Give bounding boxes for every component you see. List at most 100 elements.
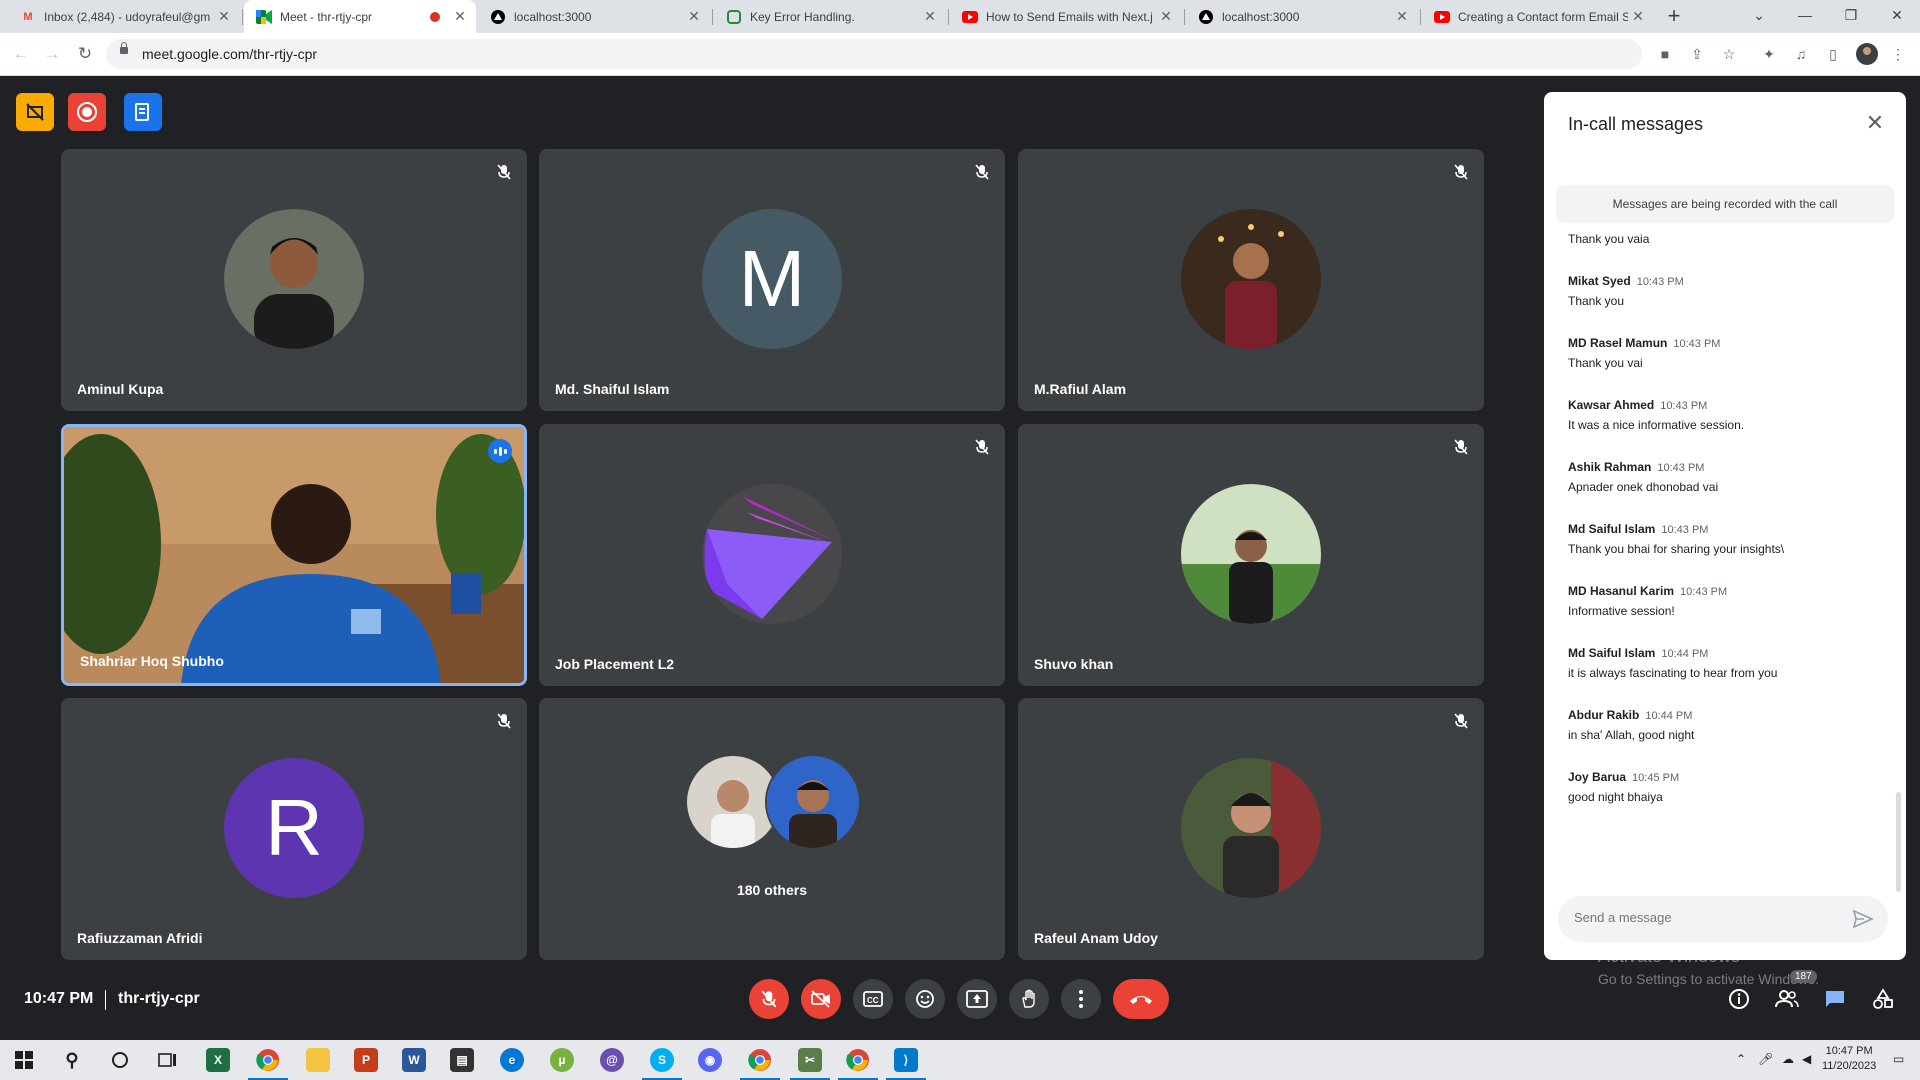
meeting-details-button[interactable] <box>1724 984 1754 1014</box>
reactions-button[interactable] <box>905 979 945 1019</box>
tab-search-icon[interactable]: ⌄ <box>1736 0 1782 33</box>
mic-off-icon <box>973 438 991 456</box>
back-button[interactable]: ← <box>9 42 33 66</box>
recording-button[interactable] <box>68 93 106 131</box>
others-tile[interactable]: 180 others <box>539 698 1005 960</box>
store-icon[interactable]: ▤ <box>450 1048 474 1072</box>
tab-close-icon[interactable]: ✕ <box>214 8 234 25</box>
participant-tile[interactable]: Aminul Kupa <box>61 149 527 411</box>
participant-tile[interactable]: M.Rafiul Alam <box>1018 149 1484 411</box>
notes-button[interactable] <box>124 93 162 131</box>
raise-hand-button[interactable] <box>1009 979 1049 1019</box>
bookmark-star-icon[interactable]: ☆ <box>1719 44 1739 64</box>
network-icon[interactable]: ☁︎ <box>1782 1052 1794 1066</box>
tab-meet[interactable]: Meet - thr-rtjy-cpr ✕ <box>244 0 476 33</box>
tab-close-icon[interactable]: ✕ <box>1628 8 1648 25</box>
chat-message: Md Saiful Islam 10:43 PM Thank you bhai fo… <box>1568 522 1888 556</box>
profile-avatar[interactable] <box>1856 43 1878 65</box>
address-bar[interactable]: meet.google.com/thr-rtjy-cpr <box>106 39 1642 69</box>
system-clock[interactable]: 10:47 PM 11/20/2023 <box>1822 1044 1876 1074</box>
edge-icon[interactable]: e <box>500 1048 524 1072</box>
chrome-profile-2-icon[interactable] <box>740 1048 780 1080</box>
utorrent-icon[interactable]: µ <box>550 1048 574 1072</box>
restore-button[interactable]: ❐ <box>1828 0 1874 33</box>
notes-icon <box>135 103 149 121</box>
chat-sender: Md Saiful Islam <box>1568 522 1656 536</box>
share-icon[interactable]: ⇪ <box>1687 44 1707 64</box>
camera-toggle-button[interactable] <box>801 979 841 1019</box>
tab-close-icon[interactable]: ✕ <box>1392 8 1412 25</box>
chat-scrollbar[interactable] <box>1896 792 1901 892</box>
media-control-icon[interactable]: ♫ <box>1791 44 1811 64</box>
participant-tile[interactable]: R Rafiuzzaman Afridi <box>61 698 527 960</box>
chat-button[interactable] <box>1820 984 1850 1014</box>
lock-icon[interactable] <box>120 42 128 54</box>
discord-icon[interactable]: ◉ <box>698 1048 722 1072</box>
hide-tiles-button[interactable] <box>16 93 54 131</box>
tab-localhost-1[interactable]: localhost:3000 ✕ <box>478 0 710 33</box>
message-input[interactable] <box>1572 909 1846 926</box>
chrome-menu-icon[interactable]: ⋮ <box>1888 44 1908 64</box>
minimize-button[interactable]: — <box>1782 0 1828 33</box>
leave-call-button[interactable] <box>1113 979 1169 1019</box>
participant-tile[interactable]: Job Placement L2 <box>539 424 1005 686</box>
captions-button[interactable]: CC <box>853 979 893 1019</box>
chat-sender: Abdur Rakib <box>1568 708 1640 722</box>
participant-tile[interactable]: M Md. Shaiful Islam <box>539 149 1005 411</box>
people-button[interactable] <box>1772 984 1802 1014</box>
tor-browser-icon[interactable]: @ <box>600 1048 624 1072</box>
tray-overflow-icon[interactable]: ⌃ <box>1736 1052 1746 1066</box>
mic-off-icon <box>1452 438 1470 456</box>
new-tab-button[interactable]: + <box>1662 4 1686 28</box>
close-window-button[interactable]: ✕ <box>1874 0 1920 33</box>
chrome-profile-3-icon[interactable] <box>838 1048 878 1080</box>
activities-button[interactable] <box>1868 984 1898 1014</box>
extensions-icon[interactable]: ✦ <box>1759 44 1779 64</box>
forward-button[interactable]: → <box>40 42 64 66</box>
cortana-icon[interactable] <box>108 1048 132 1072</box>
system-date: 11/20/2023 <box>1822 1060 1877 1072</box>
microphone-tray-icon[interactable]: 🎤︎ <box>1758 1052 1773 1066</box>
search-icon[interactable]: ⚲ <box>60 1048 84 1072</box>
tab-close-icon[interactable]: ✕ <box>920 8 940 25</box>
participant-tile[interactable]: Rafeul Anam Udoy <box>1018 698 1484 960</box>
tab-close-icon[interactable]: ✕ <box>450 8 470 25</box>
divider <box>105 990 106 1010</box>
close-icon[interactable]: ✕ <box>1862 110 1888 136</box>
vscode-icon[interactable]: ⟩ <box>886 1048 926 1080</box>
tab-close-icon[interactable]: ✕ <box>684 8 704 25</box>
tab-gmail[interactable]: M Inbox (2,484) - udoyrafeul@gm ✕ <box>8 0 240 33</box>
present-button[interactable] <box>957 979 997 1019</box>
participant-tile[interactable]: Shuvo khan <box>1018 424 1484 686</box>
participant-name: Aminul Kupa <box>77 381 164 397</box>
tab-close-icon[interactable]: ✕ <box>1156 8 1176 25</box>
vercel-icon <box>1198 9 1214 25</box>
task-view-icon[interactable] <box>156 1048 180 1072</box>
tab-localhost-2[interactable]: localhost:3000 ✕ <box>1186 0 1418 33</box>
word-icon[interactable]: W <box>402 1048 426 1072</box>
mic-toggle-button[interactable] <box>749 979 789 1019</box>
camera-in-use-icon[interactable]: ■ <box>1655 44 1675 64</box>
skype-icon[interactable]: S <box>642 1048 682 1080</box>
excel-icon[interactable]: X <box>206 1048 230 1072</box>
tab-title: Inbox (2,484) - udoyrafeul@gm <box>44 9 211 24</box>
reload-button[interactable]: ↻ <box>73 42 97 66</box>
tab-youtube-1[interactable]: How to Send Emails with Next.j ✕ <box>950 0 1182 33</box>
windows-start-icon[interactable] <box>12 1048 36 1072</box>
volume-icon[interactable]: ◀ <box>1802 1052 1811 1066</box>
file-explorer-icon[interactable] <box>306 1048 330 1072</box>
captions-icon: CC <box>863 991 883 1007</box>
end-call-icon <box>1130 996 1152 1004</box>
powerpoint-icon[interactable]: P <box>354 1048 378 1072</box>
url-text[interactable]: meet.google.com/thr-rtjy-cpr <box>142 46 317 62</box>
snipping-tool-icon[interactable]: ✂ <box>790 1048 830 1080</box>
participant-tile-speaking[interactable]: Shahriar Hoq Shubho <box>61 424 527 686</box>
tab-youtube-2[interactable]: Creating a Contact form Email S ✕ <box>1422 0 1654 33</box>
send-icon[interactable] <box>1852 908 1874 930</box>
notifications-icon[interactable]: ▭ <box>1893 1052 1904 1066</box>
side-panel-icon[interactable]: ▯ <box>1823 44 1843 64</box>
more-options-button[interactable] <box>1061 979 1101 1019</box>
tab-key-error[interactable]: Key Error Handling. ✕ <box>714 0 946 33</box>
chrome-icon[interactable] <box>248 1048 288 1080</box>
page-icon <box>726 9 742 25</box>
